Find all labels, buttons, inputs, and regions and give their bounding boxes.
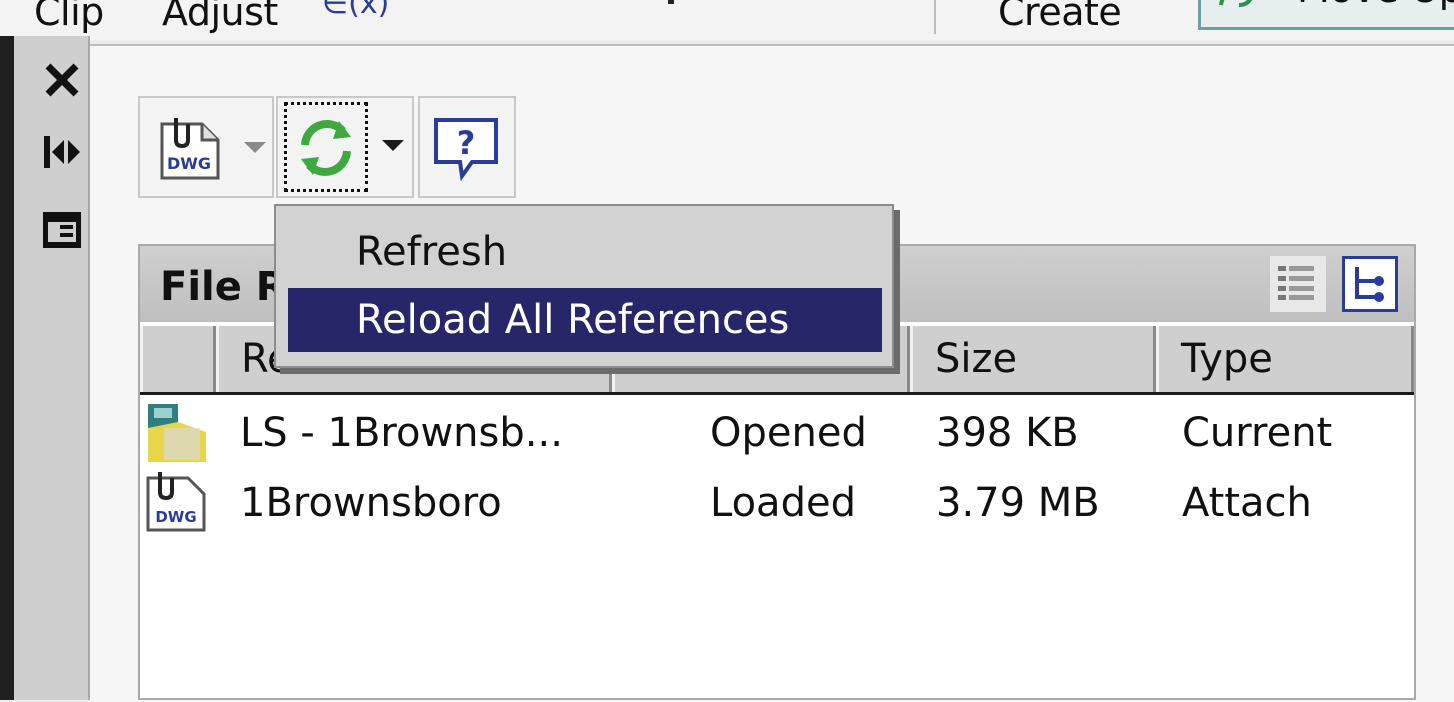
dwg-file-icon: DWG [146,472,206,532]
status-cell: Loaded [710,480,856,526]
move-up-label: Move Up [1297,0,1454,11]
move-up-icon [1219,0,1253,7]
refresh-icon [301,120,351,176]
svg-text:?: ? [457,124,476,162]
attach-dwg-icon[interactable]: DWG [156,116,226,182]
menu-item-reload-all-references[interactable]: Reload All References [288,288,882,352]
attach-button-group: DWG [138,96,274,198]
refresh-dropdown-menu: Refresh Reload All References [274,204,894,368]
menu-item-refresh[interactable]: Refresh [288,220,882,284]
ribbon-label-clip[interactable]: Clip [34,0,104,34]
list-view-icon [1278,266,1314,300]
help-icon[interactable]: ? [432,114,502,184]
svg-text:DWG: DWG [155,508,196,526]
list-view-button[interactable] [1270,256,1326,312]
type-cell: Attach [1182,480,1312,526]
column-header-icon[interactable] [140,326,216,392]
ribbon-label-adjust[interactable]: Adjust [162,0,278,34]
status-cell: Opened [710,410,867,456]
ribbon-divider [934,0,936,34]
function-icon: ∈(x) [322,0,390,21]
reference-name-cell: 1Brownsboro [240,480,502,526]
size-cell: 3.79 MB [936,480,1100,526]
drawing-folder-icon [148,404,206,462]
refresh-button-group [276,96,414,198]
close-icon[interactable] [40,58,84,102]
attach-dropdown-arrow[interactable] [244,142,266,153]
help-button-group: ? [418,96,516,198]
properties-icon[interactable] [40,208,84,252]
column-header-size[interactable]: Size [910,326,1156,392]
column-header-type[interactable]: Type [1156,326,1414,392]
ribbon-bar: Clip Adjust ∈(x) Create Move Up [0,0,1454,40]
refresh-button[interactable] [284,102,368,192]
table-row[interactable]: LS - 1Brownsb... Opened 398 KB Current [140,398,1414,468]
ribbon-label-create[interactable]: Create [998,0,1122,34]
ribbon-mark [668,0,674,4]
auto-hide-icon[interactable] [40,130,84,174]
drawing-area-edge [0,36,14,700]
move-up-button[interactable]: Move Up [1198,0,1454,30]
size-cell: 398 KB [936,410,1079,456]
type-cell: Current [1182,410,1333,456]
reference-name-cell: LS - 1Brownsb... [240,410,563,456]
tree-view-button[interactable] [1342,256,1398,312]
table-row[interactable]: DWG 1Brownsboro Loaded 3.79 MB Attach [140,468,1414,538]
tree-view-icon [1355,267,1384,302]
refresh-dropdown-arrow[interactable] [382,140,404,151]
svg-text:DWG: DWG [167,154,211,173]
palette-sidebar [14,36,90,700]
